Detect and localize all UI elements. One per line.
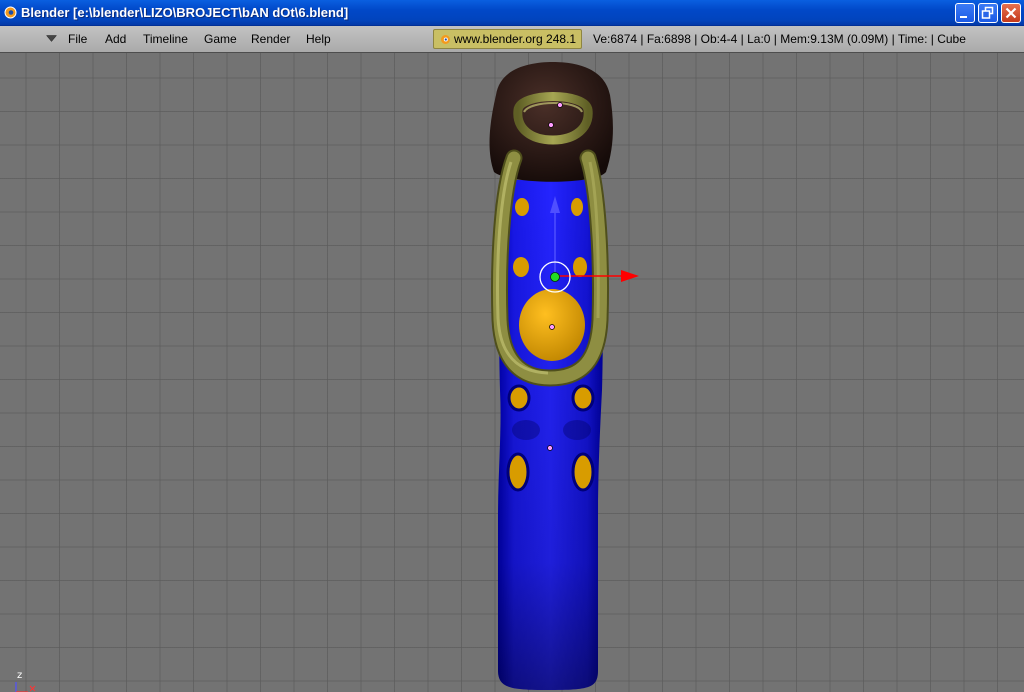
minimize-button[interactable]: [955, 3, 975, 23]
close-icon: [1005, 7, 1017, 19]
menu-help[interactable]: Help: [306, 32, 331, 46]
blender-logo-icon: [441, 35, 450, 44]
blender-logo-icon: [4, 6, 17, 19]
scene-stats: Ve:6874 | Fa:6898 | Ob:4-4 | La:0 | Mem:…: [593, 32, 966, 46]
header-bar: File Add Timeline Game Render Help www.b…: [0, 26, 1024, 53]
axis-indicator: [15, 682, 36, 692]
chevron-down-icon[interactable]: [46, 35, 57, 42]
maximize-icon: [981, 6, 994, 19]
close-button[interactable]: [1001, 3, 1021, 23]
web-link-text: www.blender.org 248.1: [454, 32, 577, 46]
blender-window: Blender [e:\blender\LIZO\BROJECT\bAN dOt…: [0, 0, 1024, 692]
3d-model: [489, 62, 639, 690]
menu-game[interactable]: Game: [204, 32, 237, 46]
maximize-button[interactable]: [978, 3, 998, 23]
model-body: [498, 180, 603, 690]
menu-render[interactable]: Render: [251, 32, 290, 46]
blender-web-link[interactable]: www.blender.org 248.1: [433, 29, 582, 49]
axis-label-z: z: [17, 670, 23, 681]
menu-add[interactable]: Add: [105, 32, 126, 46]
minimize-icon: [960, 16, 967, 18]
menu-timeline[interactable]: Timeline: [143, 32, 188, 46]
title-bar[interactable]: Blender [e:\blender\LIZO\BROJECT\bAN dOt…: [0, 0, 1024, 26]
menu-file[interactable]: File: [68, 32, 87, 46]
3d-viewport[interactable]: z: [0, 53, 1024, 692]
window-title: Blender [e:\blender\LIZO\BROJECT\bAN dOt…: [21, 5, 349, 20]
